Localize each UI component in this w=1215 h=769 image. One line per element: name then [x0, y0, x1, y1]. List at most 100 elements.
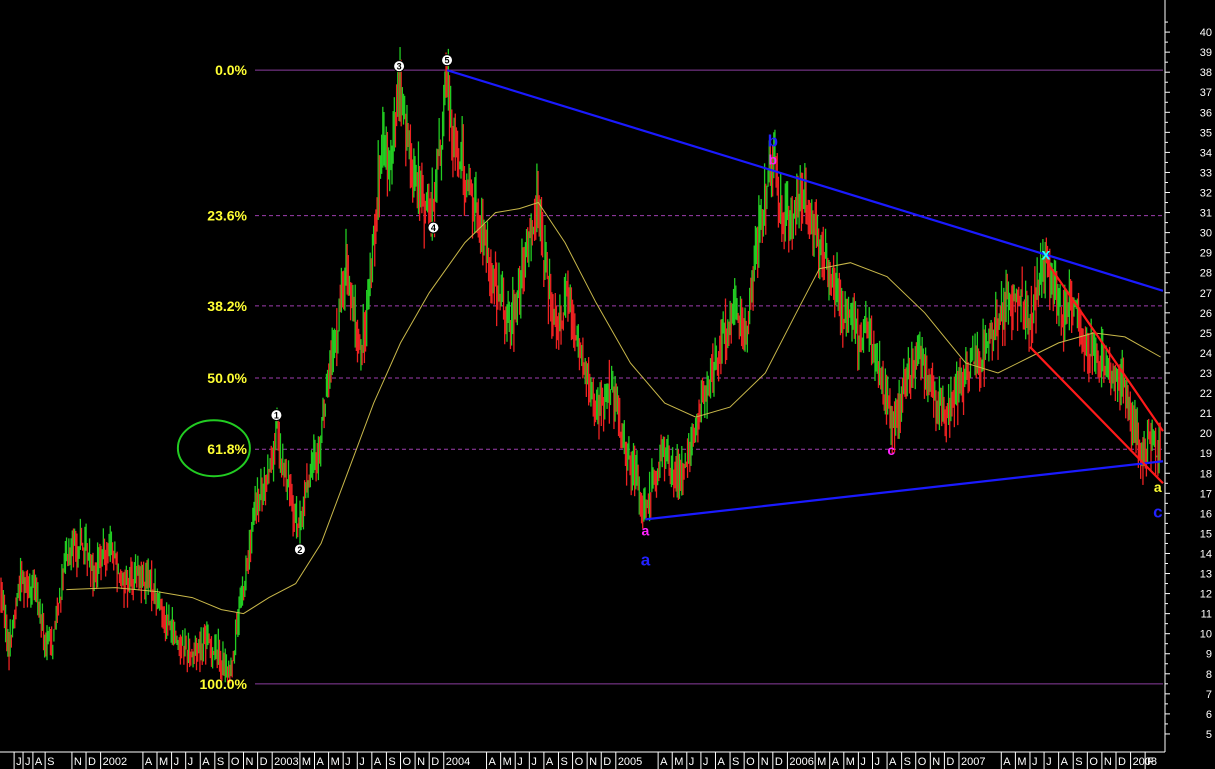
x-tick-37: 2005	[618, 756, 642, 768]
x-tick-61: J	[1032, 756, 1038, 768]
wave-marker-4: 4	[427, 221, 440, 234]
fib-label-3: 50.0%	[207, 370, 247, 386]
wave-label-11: a	[1154, 479, 1162, 495]
x-tick-5: D	[88, 756, 96, 768]
y-tick-39: 39	[1200, 47, 1212, 59]
y-tick-24: 24	[1200, 348, 1212, 360]
x-tick-57: D	[946, 756, 954, 768]
svg-text:1: 1	[274, 411, 279, 421]
y-tick-21: 21	[1200, 408, 1212, 420]
x-tick-29: M	[503, 756, 512, 768]
wave-marker-2: 2	[293, 543, 306, 556]
y-tick-35: 35	[1200, 127, 1212, 139]
y-tick-40: 40	[1200, 27, 1212, 39]
y-tick-22: 22	[1200, 388, 1212, 400]
y-tick-17: 17	[1200, 488, 1212, 500]
x-tick-30: J	[517, 756, 523, 768]
x-tick-52: J	[874, 756, 880, 768]
x-tick-39: M	[674, 756, 683, 768]
x-tick-42: A	[717, 756, 725, 768]
x-tick-50: M	[846, 756, 855, 768]
x-tick-1: J	[25, 756, 31, 768]
x-tick-0: J	[16, 756, 22, 768]
x-tick-45: N	[761, 756, 769, 768]
x-tick-15: D	[260, 756, 268, 768]
y-tick-37: 37	[1200, 87, 1212, 99]
x-tick-33: S	[560, 756, 567, 768]
wave-label-6: a	[641, 550, 651, 569]
x-tick-12: S	[217, 756, 224, 768]
fib-label-5: 100.0%	[200, 676, 248, 692]
y-tick-6: 6	[1206, 709, 1212, 721]
y-tick-13: 13	[1200, 569, 1212, 581]
y-tick-14: 14	[1200, 548, 1212, 560]
x-tick-18: A	[316, 756, 324, 768]
fib-label-4: 61.8%	[207, 441, 247, 457]
svg-text:5: 5	[445, 56, 450, 66]
x-tick-11: A	[202, 756, 210, 768]
x-tick-21: J	[359, 756, 365, 768]
x-tick-46: D	[775, 756, 783, 768]
x-tick-32: A	[546, 756, 554, 768]
y-tick-10: 10	[1200, 629, 1212, 641]
y-tick-32: 32	[1200, 188, 1212, 200]
wave-label-12: c	[1153, 502, 1162, 521]
x-tick-53: A	[889, 756, 897, 768]
stock-chart: 0.0%23.6%38.2%50.0%61.8%100.0% 12345aabb…	[0, 0, 1215, 769]
y-tick-20: 20	[1200, 428, 1212, 440]
y-tick-11: 11	[1201, 609, 1212, 621]
y-tick-31: 31	[1200, 208, 1212, 220]
fib-label-1: 23.6%	[207, 208, 247, 224]
x-tick-26: D	[431, 756, 439, 768]
x-tick-40: J	[689, 756, 695, 768]
y-tick-36: 36	[1200, 107, 1212, 119]
y-tick-25: 25	[1200, 328, 1212, 340]
x-tick-6: 2002	[103, 756, 127, 768]
x-tick-16: 2003	[274, 756, 298, 768]
x-tick-25: N	[417, 756, 425, 768]
x-tick-43: S	[732, 756, 739, 768]
x-tick-44: O	[746, 756, 755, 768]
y-tick-27: 27	[1200, 288, 1212, 300]
x-tick-17: M	[302, 756, 311, 768]
fib-label-0: 0.0%	[215, 62, 247, 78]
x-tick-9: J	[174, 756, 180, 768]
x-tick-14: N	[246, 756, 254, 768]
y-tick-38: 38	[1200, 67, 1212, 79]
y-tick-34: 34	[1200, 147, 1212, 159]
y-tick-15: 15	[1200, 528, 1212, 540]
x-tick-24: O	[403, 756, 412, 768]
y-tick-8: 8	[1206, 669, 1212, 681]
wave-label-9: c	[887, 442, 895, 458]
svg-text:2: 2	[297, 545, 302, 555]
x-tick-60: M	[1017, 756, 1026, 768]
y-tick-23: 23	[1200, 368, 1212, 380]
x-tick-54: S	[904, 756, 911, 768]
x-tick-48: M	[817, 756, 826, 768]
x-tick-69: F	[1147, 756, 1154, 768]
wave-label-10: x	[1041, 246, 1050, 263]
x-tick-64: S	[1075, 756, 1082, 768]
wave-marker-3: 3	[393, 60, 406, 73]
x-tick-20: J	[345, 756, 351, 768]
x-tick-7: A	[145, 756, 153, 768]
wave-label-5: a	[642, 522, 650, 538]
y-tick-26: 26	[1200, 308, 1212, 320]
x-tick-10: J	[188, 756, 194, 768]
x-tick-19: M	[331, 756, 340, 768]
x-tick-62: J	[1046, 756, 1052, 768]
y-tick-5: 5	[1206, 729, 1212, 741]
x-tick-65: O	[1089, 756, 1098, 768]
x-tick-22: A	[374, 756, 382, 768]
y-tick-19: 19	[1200, 448, 1212, 460]
y-tick-9: 9	[1206, 649, 1212, 661]
x-tick-36: D	[603, 756, 611, 768]
x-tick-28: A	[489, 756, 497, 768]
x-tick-4: N	[74, 756, 82, 768]
y-tick-7: 7	[1206, 689, 1212, 701]
x-tick-63: A	[1061, 756, 1069, 768]
x-tick-34: O	[575, 756, 584, 768]
wave-label-7: b	[768, 131, 778, 150]
x-tick-2: A	[35, 756, 43, 768]
y-tick-29: 29	[1200, 248, 1212, 260]
